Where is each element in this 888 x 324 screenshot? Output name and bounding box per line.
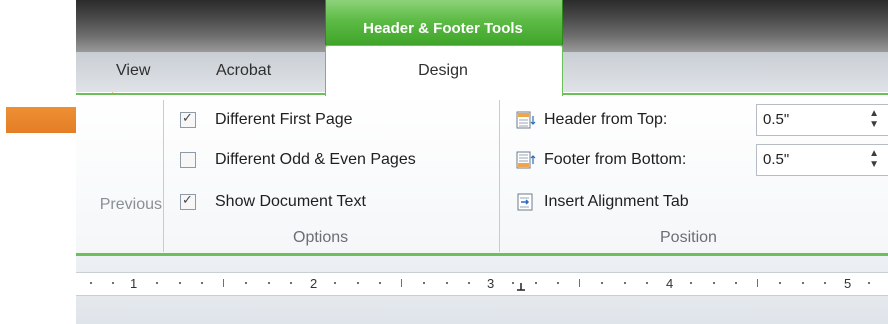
check-icon: ✓ bbox=[182, 192, 193, 207]
group-separator bbox=[499, 100, 500, 252]
check-icon: ✓ bbox=[182, 110, 193, 125]
ruler-tick bbox=[690, 282, 692, 284]
center-tab-stop-icon[interactable] bbox=[516, 282, 526, 292]
header-position-icon bbox=[516, 111, 536, 129]
ruler-tick bbox=[624, 282, 626, 284]
options-group-label: Options bbox=[293, 229, 349, 246]
ruler-number: 4 bbox=[666, 276, 674, 291]
ruler-number: 3 bbox=[487, 276, 495, 291]
different-first-page-option[interactable]: ✓ Different First Page bbox=[180, 108, 353, 132]
ruler-tick bbox=[156, 282, 158, 284]
ruler-tick bbox=[557, 282, 559, 284]
tab-view[interactable]: View bbox=[116, 62, 150, 80]
ruler-tick bbox=[601, 282, 603, 284]
footer-from-bottom-value: 0.5" bbox=[763, 151, 790, 168]
ruler-tick bbox=[90, 282, 92, 284]
ruler-number: 5 bbox=[844, 276, 852, 291]
ruler-tick bbox=[112, 282, 114, 284]
insert-alignment-tab-icon bbox=[517, 193, 533, 211]
ruler-tick bbox=[868, 282, 870, 284]
header-from-top-value: 0.5" bbox=[763, 111, 790, 128]
tab-design-label: Design bbox=[418, 62, 468, 79]
ruler-tick bbox=[646, 282, 648, 284]
insert-alignment-tab-button[interactable]: Insert Alignment Tab bbox=[516, 190, 689, 214]
ruler-tick bbox=[268, 282, 270, 284]
ruler-half-mark bbox=[401, 279, 402, 287]
different-odd-even-label: Different Odd & Even Pages bbox=[215, 151, 416, 168]
show-document-text-checkbox[interactable]: ✓ bbox=[180, 192, 196, 210]
position-group-label: Position bbox=[660, 229, 717, 246]
header-from-top-input[interactable]: 0.5" ▲ ▼ bbox=[756, 104, 888, 136]
ruler-tick bbox=[245, 282, 247, 284]
ruler-tick bbox=[735, 282, 737, 284]
different-odd-even-checkbox[interactable] bbox=[180, 152, 196, 168]
ruler-tick bbox=[512, 282, 514, 284]
insert-alignment-tab-label: Insert Alignment Tab bbox=[544, 193, 689, 210]
footer-position-icon bbox=[516, 151, 536, 169]
ruler-number: 1 bbox=[130, 276, 138, 291]
show-document-text-label: Show Document Text bbox=[215, 193, 366, 210]
ruler-tick bbox=[179, 282, 181, 284]
different-first-page-label: Different First Page bbox=[215, 111, 353, 128]
footer-from-bottom-label: Footer from Bottom: bbox=[544, 151, 687, 168]
ruler-tick bbox=[535, 282, 537, 284]
previous-label: Previous bbox=[99, 196, 162, 213]
ruler-tick bbox=[379, 282, 381, 284]
ruler-tick bbox=[201, 282, 203, 284]
ruler-tick bbox=[802, 282, 804, 284]
ruler-tick bbox=[423, 282, 425, 284]
ruler-tick bbox=[334, 282, 336, 284]
horizontal-ruler[interactable]: 1 2 3 4 5 bbox=[76, 272, 888, 296]
tab-acrobat[interactable]: Acrobat bbox=[216, 62, 271, 80]
different-odd-even-option[interactable]: Different Odd & Even Pages bbox=[180, 148, 416, 172]
header-from-top-spinner[interactable]: ▲ ▼ bbox=[869, 108, 879, 130]
previous-button[interactable]: Previous bbox=[76, 196, 162, 214]
show-document-text-option[interactable]: ✓ Show Document Text bbox=[180, 190, 366, 214]
group-separator bbox=[163, 100, 164, 252]
ruler-tick bbox=[290, 282, 292, 284]
contextual-tab-title: Header & Footer Tools bbox=[363, 20, 523, 37]
footer-from-bottom-input[interactable]: 0.5" ▲ ▼ bbox=[756, 144, 888, 176]
ruler-tick bbox=[468, 282, 470, 284]
ruler-tick bbox=[446, 282, 448, 284]
ruler-half-mark bbox=[579, 279, 580, 287]
footer-from-bottom-control[interactable]: Footer from Bottom: bbox=[516, 148, 686, 172]
ruler-number: 2 bbox=[310, 276, 318, 291]
header-from-top-label: Header from Top: bbox=[544, 111, 668, 128]
ruler-tick bbox=[779, 282, 781, 284]
ruler-tick bbox=[713, 282, 715, 284]
different-first-page-checkbox[interactable]: ✓ bbox=[180, 110, 196, 128]
header-from-top-control[interactable]: Header from Top: bbox=[516, 108, 667, 132]
word-ribbon-screenshot: Header & Footer Tools View Acrobat Desig… bbox=[76, 0, 888, 324]
ruler-half-mark bbox=[223, 279, 224, 287]
ruler-half-mark bbox=[757, 279, 758, 287]
ruler-tick bbox=[824, 282, 826, 284]
ruler-tick bbox=[357, 282, 359, 284]
footer-from-bottom-spinner[interactable]: ▲ ▼ bbox=[869, 148, 879, 170]
